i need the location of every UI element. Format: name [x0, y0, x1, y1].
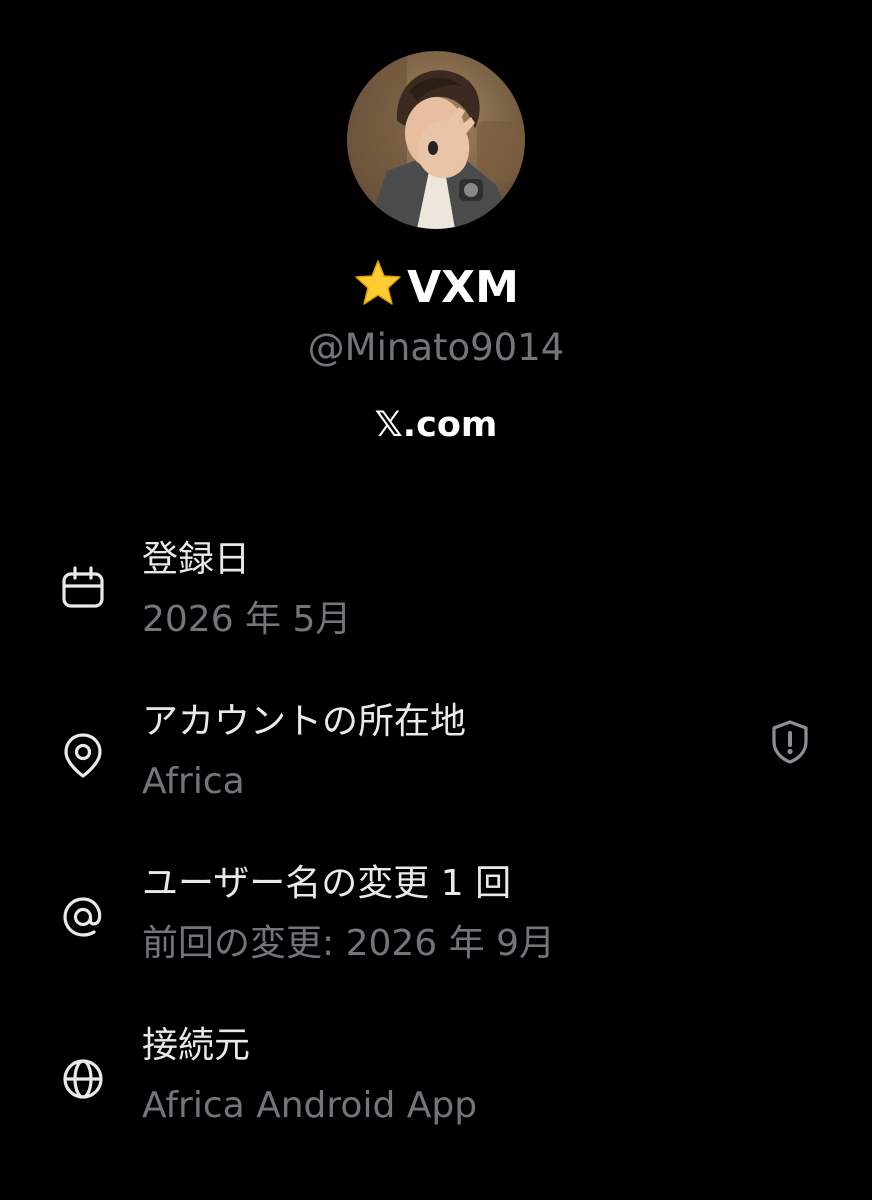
connected-via-title: 接続元 — [142, 1025, 251, 1066]
star-icon — [355, 260, 401, 305]
info-row-connected-via: 接続元 Africa Android App — [0, 1014, 872, 1144]
joined-title: 登録日 — [142, 539, 251, 580]
display-name: VXM — [0, 258, 872, 318]
joined-value: 2026 年 5月 — [142, 599, 352, 640]
display-name-text: VXM — [407, 262, 519, 313]
avatar[interactable] — [347, 51, 525, 229]
location-pin-icon — [64, 733, 102, 778]
user-handle[interactable]: @Minato9014 — [0, 322, 872, 374]
avatar-image — [347, 51, 525, 229]
shield-alert-icon[interactable] — [766, 718, 814, 766]
location-title: アカウントの所在地 — [142, 701, 467, 742]
site-link[interactable]: 𝕏.com — [0, 400, 872, 450]
at-sign-icon — [63, 897, 102, 937]
globe-icon — [63, 1059, 103, 1099]
info-row-location: アカウントの所在地 Africa — [0, 690, 872, 820]
calendar-icon — [62, 566, 104, 608]
username-changes-value: 前回の変更: 2026 年 9月 — [142, 923, 555, 964]
location-value: Africa — [142, 761, 245, 802]
username-changes-title: ユーザー名の変更 1 回 — [142, 863, 512, 904]
info-row-username-changes: ユーザー名の変更 1 回 前回の変更: 2026 年 9月 — [0, 852, 872, 982]
info-row-joined: 登録日 2026 年 5月 — [0, 528, 872, 658]
profile-header: VXM @Minato9014 𝕏.com — [0, 0, 872, 470]
connected-via-value: Africa Android App — [142, 1085, 478, 1126]
